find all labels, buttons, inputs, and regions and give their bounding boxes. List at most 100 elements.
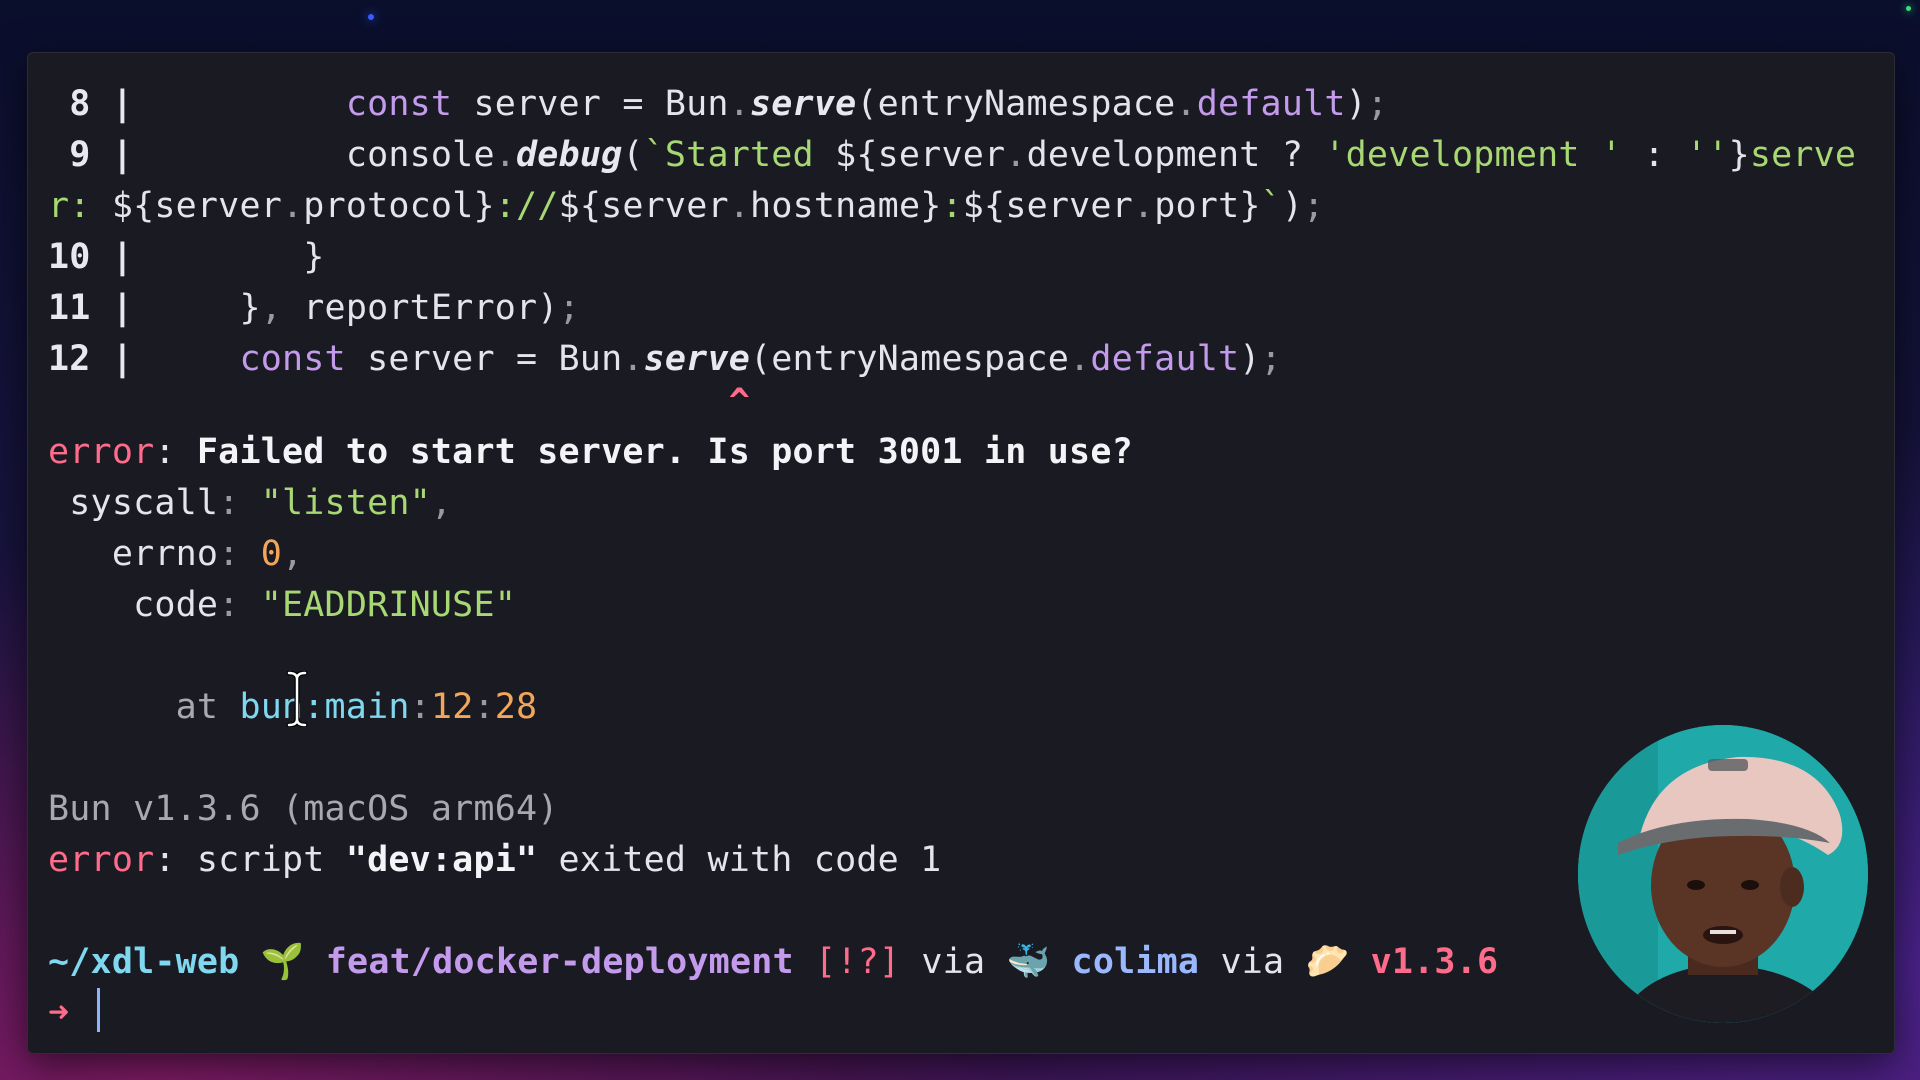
code-token: default bbox=[1090, 339, 1240, 379]
code-token: ) bbox=[1281, 186, 1304, 226]
error-field-trail: , bbox=[282, 534, 304, 574]
code-token: . bbox=[1069, 339, 1091, 379]
error-caret-line: ^ bbox=[48, 385, 1874, 427]
code-token: ; bbox=[1303, 186, 1325, 226]
stack-col-number: 28 bbox=[494, 687, 538, 727]
code-token: . bbox=[282, 186, 304, 226]
code-token: default bbox=[1196, 84, 1346, 124]
error-field-line: syscall: "listen", bbox=[48, 478, 1874, 529]
bun-version: Bun v1.3.6 (macOS arm64) bbox=[48, 789, 559, 829]
code-token: } bbox=[1728, 135, 1750, 175]
prompt-arrow-icon: ➜ bbox=[48, 993, 91, 1033]
error-message-line: error: Failed to start server. Is port 3… bbox=[48, 427, 1874, 478]
code-token: } bbox=[303, 237, 325, 277]
stack-line-number: 12 bbox=[430, 687, 474, 727]
code-token: (entryNamespace bbox=[856, 84, 1176, 124]
error-field-trail: , bbox=[430, 483, 453, 523]
code-token: ${server bbox=[835, 135, 1006, 175]
code-token: protocol} bbox=[303, 186, 495, 226]
error-caret: ^ bbox=[48, 382, 750, 422]
code-token: ${server bbox=[111, 186, 283, 226]
code-token: . bbox=[1175, 84, 1197, 124]
error-field-key: errno bbox=[48, 534, 219, 574]
error-field-colon: : bbox=[218, 534, 261, 574]
script-error-text: exited with code 1 bbox=[537, 840, 942, 880]
branch-icon: 🌱 bbox=[239, 942, 326, 982]
shell-input-line[interactable]: ➜ bbox=[48, 988, 1874, 1039]
error-field-colon: : bbox=[218, 585, 261, 625]
code-token: development ? bbox=[1026, 135, 1325, 175]
code-token: 'development ' bbox=[1324, 135, 1623, 175]
code-line: 8 | const server = Bun.serve(entryNamesp… bbox=[48, 79, 1874, 130]
prompt-docker-context: colima bbox=[1071, 942, 1200, 982]
code-token: : bbox=[941, 186, 963, 226]
code-token: serve bbox=[1749, 135, 1857, 175]
code-token: . bbox=[1005, 135, 1027, 175]
stack-location: bun:main bbox=[239, 687, 410, 727]
code-token: serve bbox=[750, 84, 857, 124]
background-star bbox=[368, 14, 374, 20]
code-token: ; bbox=[1260, 339, 1282, 379]
code-token: . bbox=[494, 135, 516, 175]
prompt-directory: ~/xdl-web bbox=[48, 942, 240, 982]
code-line: r: ${server.protocol}://${server.hostnam… bbox=[48, 181, 1874, 232]
code-token: ${server bbox=[558, 186, 729, 226]
code-token: ) bbox=[1345, 84, 1367, 124]
code-token: port} bbox=[1154, 186, 1261, 226]
code-token: ` bbox=[1260, 186, 1282, 226]
bun-icon: 🥟 bbox=[1305, 942, 1371, 982]
code-token: '' bbox=[1686, 135, 1729, 175]
code-token: : bbox=[1622, 135, 1687, 175]
error-field-value: "listen" bbox=[260, 483, 431, 523]
code-token: ; bbox=[1366, 84, 1389, 124]
code-token: . bbox=[728, 186, 751, 226]
code-token: serve bbox=[643, 339, 750, 379]
code-token: . bbox=[728, 84, 750, 124]
stack-trace-line: at bun:main:12:28 bbox=[48, 682, 1874, 733]
code-token: , bbox=[260, 288, 283, 328]
code-token: } bbox=[239, 288, 261, 328]
error-colon: : bbox=[154, 432, 197, 472]
code-token: const bbox=[239, 339, 346, 379]
error-field-key: code bbox=[48, 585, 219, 625]
line-number: 10 | bbox=[48, 237, 134, 277]
script-error-text: : script bbox=[154, 840, 346, 880]
background-star bbox=[1906, 6, 1911, 11]
code-token: hostname} bbox=[750, 186, 942, 226]
code-line: 11 | }, reportError); bbox=[48, 283, 1874, 334]
line-number: 12 | bbox=[48, 339, 134, 379]
code-line: 9 | console.debug(`Started ${server.deve… bbox=[48, 130, 1874, 181]
error-label: error bbox=[48, 840, 155, 880]
code-token: reportError) bbox=[282, 288, 559, 328]
script-name: "dev:api" bbox=[345, 840, 538, 880]
input-cursor bbox=[96, 988, 100, 1032]
error-field-line: errno: 0, bbox=[48, 529, 1874, 580]
stack-at: at bbox=[48, 687, 240, 727]
code-token: ) bbox=[1239, 339, 1261, 379]
code-line: 10 | } bbox=[48, 232, 1874, 283]
line-number: 11 | bbox=[48, 288, 134, 328]
prompt-bun-version: v1.3.6 bbox=[1370, 942, 1499, 982]
code-token: :// bbox=[494, 186, 559, 226]
error-message: Failed to start server. Is port 3001 in … bbox=[196, 432, 1133, 472]
presenter-avatar bbox=[1578, 725, 1868, 1023]
error-field-value: "EADDRINUSE" bbox=[260, 585, 516, 625]
text-cursor-icon bbox=[286, 671, 308, 727]
error-field-line: code: "EADDRINUSE" bbox=[48, 580, 1874, 631]
code-line: 12 | const server = Bun.serve(entryNames… bbox=[48, 334, 1874, 385]
error-field-value: 0 bbox=[260, 534, 283, 574]
stack-sep: : bbox=[473, 687, 495, 727]
prompt-via: via bbox=[1199, 942, 1306, 982]
code-token: debug bbox=[516, 135, 623, 175]
code-token: const bbox=[345, 84, 453, 124]
line-number: 9 | bbox=[48, 135, 134, 175]
line-number: 8 | bbox=[48, 84, 134, 124]
prompt-git-status: [!?] bbox=[793, 942, 901, 982]
